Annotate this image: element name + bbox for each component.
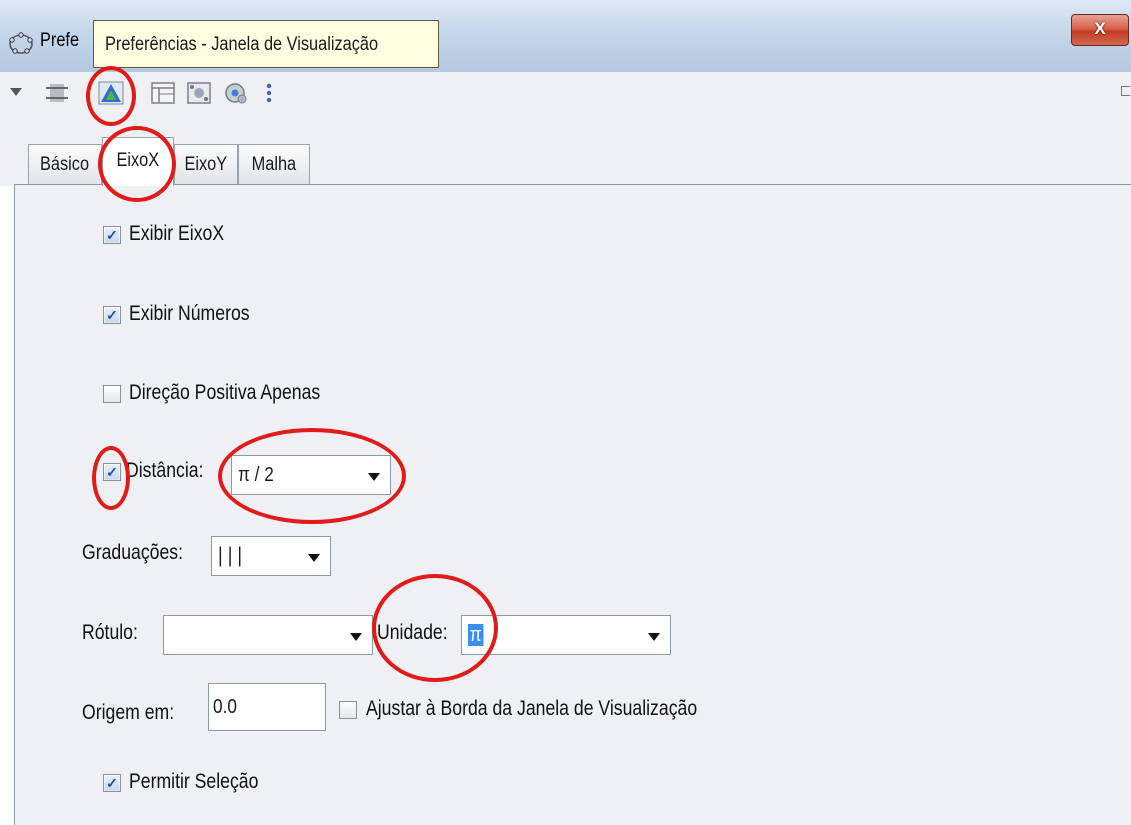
allow-selection-label: Permitir Seleção <box>129 770 259 793</box>
window-title: Prefe <box>40 30 80 51</box>
restore-icon[interactable] <box>1121 86 1130 96</box>
axes-icon[interactable] <box>44 80 70 106</box>
ticks-value: | | | <box>218 544 243 567</box>
tab-basico[interactable]: Básico <box>28 144 102 184</box>
positive-only-label: Direção Positiva Apenas <box>129 381 321 404</box>
annotation-circle-checkbox <box>92 446 130 510</box>
chevron-down-icon <box>308 554 320 562</box>
layout-icon[interactable] <box>150 80 176 106</box>
settings-icon[interactable] <box>222 80 248 106</box>
tooltip-text: Preferências - Janela de Visualização <box>105 34 379 55</box>
origin-value: 0.0 <box>213 696 237 718</box>
toolbar <box>0 72 1131 117</box>
axis-label-label: Rótulo: <box>82 621 138 644</box>
ticks-dropdown[interactable]: | | | <box>211 536 331 576</box>
algebra-icon[interactable] <box>186 80 212 106</box>
show-axis-checkbox[interactable]: ✓ <box>103 226 121 244</box>
annotation-circle-distance <box>218 428 406 524</box>
annotation-circle-unit <box>372 574 498 682</box>
axis-label-dropdown[interactable] <box>163 615 373 655</box>
chevron-down-icon <box>648 633 660 641</box>
show-axis-label: Exibir EixoX <box>129 222 225 245</box>
positive-only-checkbox[interactable] <box>103 385 121 403</box>
more-icon[interactable] <box>262 80 276 106</box>
tab-eixoy-label: EixoY <box>184 154 228 175</box>
tab-malha-label: Malha <box>251 154 297 175</box>
origin-input[interactable]: 0.0 <box>208 683 326 731</box>
tab-malha[interactable]: Malha <box>238 144 310 184</box>
tab-eixoy[interactable]: EixoY <box>174 144 238 184</box>
annotation-circle-toolbar <box>86 66 136 126</box>
ticks-label: Graduações: <box>82 541 184 564</box>
allow-selection-checkbox[interactable]: ✓ <box>103 774 121 792</box>
chevron-down-icon <box>350 633 362 641</box>
distance-label: Distância: <box>126 459 204 482</box>
show-numbers-checkbox[interactable]: ✓ <box>103 306 121 324</box>
settings-panel <box>14 184 1131 825</box>
close-button[interactable]: X <box>1071 14 1129 46</box>
show-numbers-label: Exibir Números <box>129 302 250 325</box>
app-icon <box>9 32 33 54</box>
menu-arrow-icon[interactable] <box>10 88 22 98</box>
tooltip: Preferências - Janela de Visualização <box>93 20 439 68</box>
snap-to-edge-checkbox[interactable] <box>339 701 357 719</box>
annotation-circle-tab <box>98 126 176 202</box>
origin-label: Origem em: <box>82 701 175 724</box>
snap-to-edge-label: Ajustar à Borda da Janela de Visualizaçã… <box>366 697 698 720</box>
tab-basico-label: Básico <box>40 154 90 175</box>
